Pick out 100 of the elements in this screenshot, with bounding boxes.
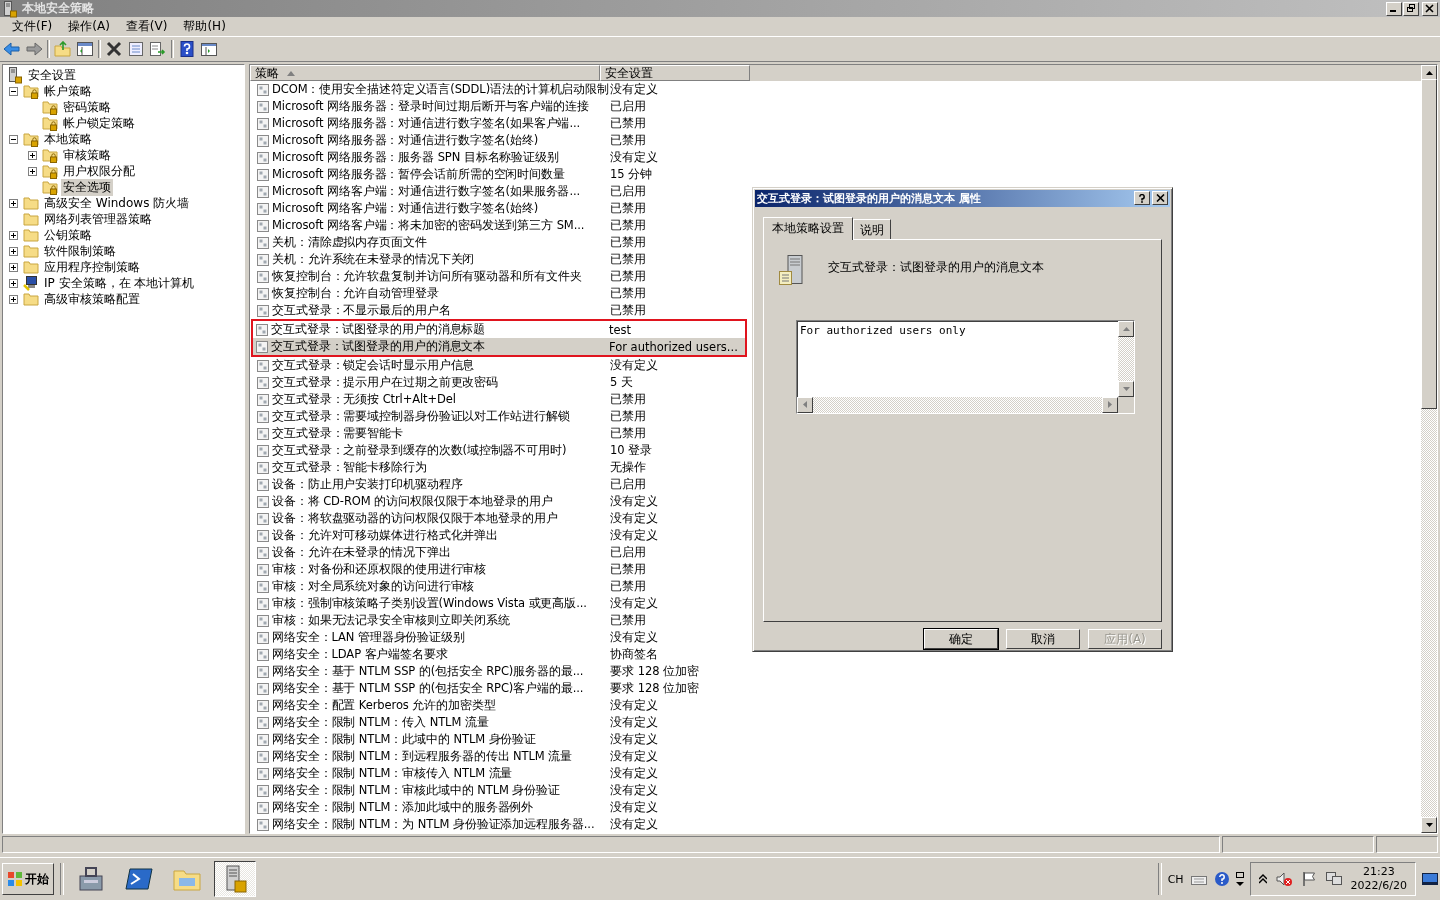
tree-item[interactable]: 应用程序控制策略 <box>42 258 142 276</box>
list-row[interactable]: 关机：允许系统在未登录的情况下关闭 已禁用 <box>254 251 746 268</box>
vertical-scrollbar[interactable] <box>1421 65 1437 833</box>
language-indicator[interactable]: CH <box>1167 872 1184 886</box>
list-row[interactable]: Microsoft 网络服务器：对通信进行数字签名(始终) 已禁用 <box>254 132 746 149</box>
tree-item[interactable]: 密码策略 <box>61 98 113 116</box>
scroll-down-button[interactable] <box>1421 817 1437 833</box>
column-header[interactable]: 安全设置 <box>600 65 750 81</box>
list-row[interactable]: 审核：对全局系统对象的访问进行审核 已禁用 <box>254 578 746 595</box>
list-row[interactable]: 网络安全：限制 NTLM：为 NTLM 身份验证添加远程服务器... 没有定义 <box>254 816 746 833</box>
tree-item[interactable]: 网络列表管理器策略 <box>42 210 154 228</box>
list-row[interactable]: 交互式登录：无须按 Ctrl+Alt+Del 已禁用 <box>254 391 746 408</box>
list-row[interactable]: 恢复控制台：允许自动管理登录 已禁用 <box>254 285 746 302</box>
help-icon[interactable] <box>178 41 196 57</box>
toolbar-menu-icon[interactable] <box>1235 872 1244 886</box>
help-icon[interactable] <box>1213 871 1230 887</box>
tab[interactable]: 本地策略设置 <box>763 216 853 240</box>
list-row[interactable]: Microsoft 网络客户端：将未加密的密码发送到第三方 SM... 已禁用 <box>254 217 746 234</box>
list-row[interactable]: Microsoft 网络服务器：登录时间过期后断开与客户端的连接 已启用 <box>254 98 746 115</box>
list-row[interactable]: 设备：允许对可移动媒体进行格式化并弹出 没有定义 <box>254 527 746 544</box>
vertical-scrollbar[interactable] <box>1118 320 1134 397</box>
pane-toggle-icon[interactable] <box>76 41 94 57</box>
list-row[interactable]: 审核：如果无法记录安全审核则立即关闭系统 已禁用 <box>254 612 746 629</box>
expand-icon[interactable] <box>9 198 18 208</box>
minimize-button[interactable] <box>1386 1 1402 16</box>
list-row[interactable]: 交互式登录：试图登录的用户的消息标题 test <box>253 321 745 338</box>
tab[interactable]: 说明 <box>853 218 891 239</box>
menu-item[interactable]: 帮助(H) <box>175 17 234 36</box>
dialog-button[interactable]: 确定 <box>924 629 998 649</box>
list-row[interactable]: 交互式登录：需要智能卡 已禁用 <box>254 425 746 442</box>
tree-item[interactable]: 帐户锁定策略 <box>61 114 137 132</box>
tree-item[interactable]: 公钥策略 <box>42 226 94 244</box>
scroll-up-button[interactable] <box>1118 320 1134 337</box>
show-hidden-icon[interactable] <box>1258 874 1267 884</box>
list-row[interactable]: Microsoft 网络服务器：服务器 SPN 目标名称验证级别 没有定义 <box>254 149 746 166</box>
list-row[interactable]: 交互式登录：之前登录到缓存的次数(域控制器不可用时) 10 登录 <box>254 442 746 459</box>
list-row[interactable]: 审核：强制审核策略子类别设置(Windows Vista 或更高版... 没有定义 <box>254 595 746 612</box>
export-icon[interactable] <box>149 41 167 57</box>
list-row[interactable]: 设备：将 CD-ROM 的访问权限仅限于本地登录的用户 没有定义 <box>254 493 746 510</box>
tree-item[interactable]: 本地策略 <box>42 130 94 148</box>
restore-button[interactable] <box>1403 1 1419 16</box>
expand-icon[interactable] <box>9 294 18 304</box>
close-button[interactable] <box>1152 191 1168 206</box>
expand-icon[interactable] <box>28 166 37 176</box>
list-row[interactable]: 网络安全：限制 NTLM：传入 NTLM 流量 没有定义 <box>254 714 746 731</box>
volume-muted-icon[interactable] <box>1274 871 1293 887</box>
list-row[interactable]: Microsoft 网络服务器：对通信进行数字签名(如果客户端... 已禁用 <box>254 115 746 132</box>
show-desktop-icon[interactable] <box>1422 872 1438 886</box>
dialog-button[interactable]: 取消 <box>1006 629 1080 649</box>
list-row[interactable]: Microsoft 网络服务器：暂停会话前所需的空闲时间数量 15 分钟 <box>254 166 746 183</box>
list-row[interactable]: 交互式登录：提示用户在过期之前更改密码 5 天 <box>254 374 746 391</box>
collapse-icon[interactable] <box>9 134 18 144</box>
column-header[interactable]: 策略 <box>250 65 600 81</box>
message-field[interactable]: For authorized users only <box>797 320 1118 397</box>
tree-item[interactable]: 用户权限分配 <box>61 162 137 180</box>
expand-icon[interactable] <box>9 262 18 272</box>
tree-item[interactable]: 帐户策略 <box>42 82 94 100</box>
list-row[interactable]: 网络安全：基于 NTLM SSP 的(包括安全 RPC)服务器的最... 要求 128 位加密 <box>254 663 746 680</box>
list-row[interactable]: 交互式登录：不显示最后的用户名 已禁用 <box>254 302 746 319</box>
tree-item[interactable]: 审核策略 <box>61 146 113 164</box>
list-row[interactable]: 关机：清除虚拟内存页面文件 已禁用 <box>254 234 746 251</box>
expand-icon[interactable] <box>9 230 18 240</box>
list-row[interactable]: 网络安全：限制 NTLM：到远程服务器的传出 NTLM 流量 没有定义 <box>254 748 746 765</box>
forward-arrow-icon[interactable] <box>25 41 43 57</box>
list-row[interactable]: Microsoft 网络客户端：对通信进行数字签名(如果服务器... 已启用 <box>254 183 746 200</box>
list-row[interactable]: 交互式登录：锁定会话时显示用户信息 没有定义 <box>254 357 746 374</box>
tree-item[interactable]: IP 安全策略，在 本地计算机 <box>42 274 197 292</box>
menu-item[interactable]: 文件(F) <box>4 17 61 36</box>
expand-icon[interactable] <box>9 278 18 288</box>
list-row[interactable]: 设备：将软盘驱动器的访问权限仅限于本地登录的用户 没有定义 <box>254 510 746 527</box>
tree-item[interactable]: 安全选项 <box>61 178 113 196</box>
properties-icon[interactable] <box>127 41 145 57</box>
flag-icon[interactable] <box>1300 871 1317 887</box>
list-row[interactable]: 网络安全：限制 NTLM：添加此域中的服务器例外 没有定义 <box>254 799 746 816</box>
list-row[interactable]: 网络安全：基于 NTLM SSP 的(包括安全 RPC)客户端的最... 要求 128 位加密 <box>254 680 746 697</box>
collapse-icon[interactable] <box>9 86 18 96</box>
list-row[interactable]: 交互式登录：智能卡移除行为 无操作 <box>254 459 746 476</box>
list-row[interactable]: 网络安全：LAN 管理器身份验证级别 没有定义 <box>254 629 746 646</box>
back-arrow-icon[interactable] <box>3 41 21 57</box>
list-row[interactable]: 网络安全：限制 NTLM：审核此域中的 NTLM 身份验证 没有定义 <box>254 782 746 799</box>
list-row[interactable]: DCOM：使用安全描述符定义语言(SDDL)语法的计算机启动限制没有定义 <box>254 81 746 98</box>
list-row[interactable]: Microsoft 网络客户端：对通信进行数字签名(始终) 已禁用 <box>254 200 746 217</box>
tree-item[interactable]: 软件限制策略 <box>42 242 118 260</box>
list-row[interactable]: 设备：防止用户安装打印机驱动程序 已启用 <box>254 476 746 493</box>
list-row[interactable]: 恢复控制台：允许软盘复制并访问所有驱动器和所有文件夹 已禁用 <box>254 268 746 285</box>
window-icon[interactable] <box>200 41 218 57</box>
list-row[interactable]: 网络安全：限制 NTLM：审核传入 NTLM 流量 没有定义 <box>254 765 746 782</box>
list-row[interactable]: 交互式登录：试图登录的用户的消息文本 For authorized users... <box>253 338 745 355</box>
tree-item[interactable]: 安全设置 <box>26 66 78 84</box>
delete-icon[interactable] <box>105 41 123 57</box>
expand-icon[interactable] <box>28 150 37 160</box>
list-row[interactable]: 审核：对备份和还原权限的使用进行审核 已禁用 <box>254 561 746 578</box>
list-row[interactable]: 交互式登录：需要域控制器身份验证以对工作站进行解锁 已禁用 <box>254 408 746 425</box>
network-icon[interactable] <box>1324 871 1343 887</box>
start-button[interactable]: 开始 <box>2 863 54 895</box>
help-button[interactable] <box>1134 191 1150 206</box>
tree-item[interactable]: 高级审核策略配置 <box>42 290 142 308</box>
menu-item[interactable]: 操作(A) <box>60 17 118 36</box>
list-row[interactable]: 网络安全：配置 Kerberos 允许的加密类型 没有定义 <box>254 697 746 714</box>
scroll-down-button[interactable] <box>1118 380 1134 397</box>
